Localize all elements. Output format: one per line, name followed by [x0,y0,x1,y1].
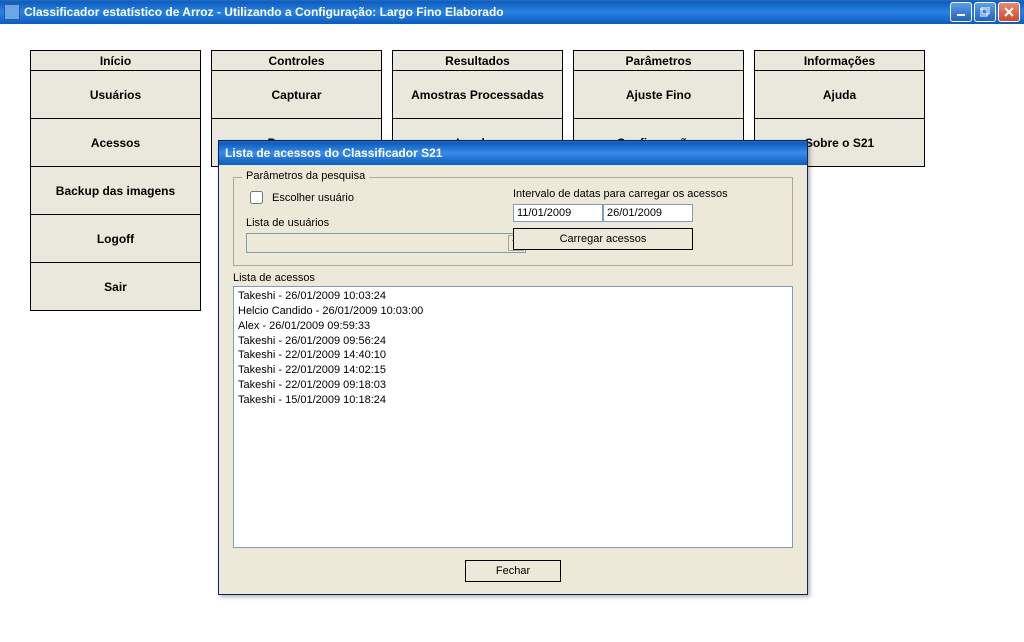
dialog-title: Lista de acessos do Classificador S21 [225,146,442,160]
user-list-label: Lista de usuários [246,217,513,229]
menu-item-ajuste-fino[interactable]: Ajuste Fino [574,71,744,119]
load-access-button-label: Carregar acessos [560,233,647,245]
main-window-titlebar: Classificador estatístico de Arroz - Uti… [0,0,1024,24]
date-interval-label: Intervalo de datas para carregar os aces… [513,188,780,200]
list-item[interactable]: Helcio Candido - 26/01/2009 10:03:00 [238,304,788,319]
search-params-group: Parâmetros da pesquisa Escolher usuário … [233,177,793,266]
list-item[interactable]: Takeshi - 26/01/2009 10:03:24 [238,289,788,304]
menu-header-parametros: Parâmetros [574,51,744,71]
menu-item-acessos[interactable]: Acessos [31,119,201,167]
menu-item-capturar[interactable]: Capturar [212,71,382,119]
menu-item-amostras[interactable]: Amostras Processadas [393,71,563,119]
app-icon [4,4,20,20]
choose-user-checkbox[interactable] [250,191,263,204]
list-item[interactable]: Takeshi - 15/01/2009 10:18:24 [238,393,788,408]
menu-header-inicio: Início [31,51,201,71]
window-controls [950,2,1020,22]
menu-header-informacoes: Informações [755,51,925,71]
user-combo[interactable] [246,233,526,253]
menu-item-backup[interactable]: Backup das imagens [31,167,201,215]
menu-header-controles: Controles [212,51,382,71]
choose-user-label: Escolher usuário [272,192,354,204]
load-access-button[interactable]: Carregar acessos [513,228,693,250]
list-item[interactable]: Takeshi - 26/01/2009 09:56:24 [238,334,788,349]
menu-item-logoff[interactable]: Logoff [31,215,201,263]
list-item[interactable]: Takeshi - 22/01/2009 14:02:15 [238,363,788,378]
access-list-label: Lista de acessos [233,272,793,284]
list-item[interactable]: Takeshi - 22/01/2009 14:40:10 [238,348,788,363]
menu-inicio: Início Usuários Acessos Backup das image… [30,50,201,311]
list-item[interactable]: Alex - 26/01/2009 09:59:33 [238,319,788,334]
minimize-button[interactable] [950,2,972,22]
close-dialog-button-label: Fechar [496,565,530,577]
main-window-title: Classificador estatístico de Arroz - Uti… [24,5,950,19]
menu-item-usuarios[interactable]: Usuários [31,71,201,119]
list-item[interactable]: Takeshi - 22/01/2009 09:18:03 [238,378,788,393]
access-list-dialog: Lista de acessos do Classificador S21 Pa… [218,140,808,595]
dialog-titlebar: Lista de acessos do Classificador S21 [219,141,807,165]
access-listbox[interactable]: Takeshi - 26/01/2009 10:03:24 Helcio Can… [233,286,793,548]
date-from-input[interactable] [513,204,603,222]
close-dialog-button[interactable]: Fechar [465,560,561,582]
close-button[interactable] [998,2,1020,22]
menu-item-ajuda[interactable]: Ajuda [755,71,925,119]
date-to-input[interactable] [603,204,693,222]
group-title: Parâmetros da pesquisa [242,170,369,182]
menu-item-sair[interactable]: Sair [31,263,201,311]
menu-header-resultados: Resultados [393,51,563,71]
restore-button[interactable] [974,2,996,22]
